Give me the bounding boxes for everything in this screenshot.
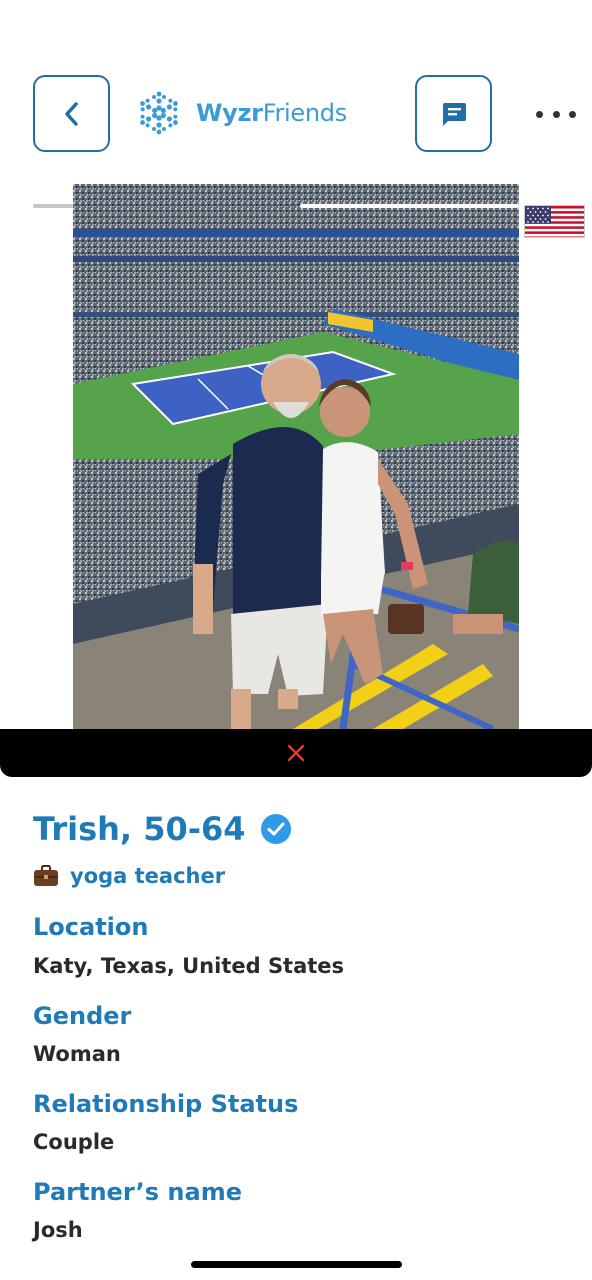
dot bbox=[536, 110, 543, 118]
home-indicator[interactable] bbox=[191, 1261, 402, 1268]
occupation-row: yoga teacher bbox=[33, 864, 225, 888]
photo-action-bar bbox=[0, 729, 592, 777]
dot bbox=[569, 110, 576, 118]
stadium-photo bbox=[73, 184, 519, 729]
close-icon[interactable] bbox=[287, 744, 305, 762]
snowflake-logo-icon bbox=[140, 91, 178, 135]
profile-photo[interactable] bbox=[73, 184, 519, 729]
briefcase-icon bbox=[34, 865, 58, 886]
gender-label: Gender bbox=[33, 1002, 132, 1030]
partner-name-label: Partner’s name bbox=[33, 1178, 242, 1206]
message-button[interactable] bbox=[415, 75, 492, 152]
logo-text: WyzrFriends bbox=[196, 99, 347, 127]
profile-name-age: Trish, 50-64 bbox=[33, 810, 246, 848]
gender-value: Woman bbox=[33, 1042, 121, 1066]
more-options-button[interactable] bbox=[536, 104, 576, 124]
location-value: Katy, Texas, United States bbox=[33, 954, 345, 978]
back-button[interactable] bbox=[33, 75, 110, 152]
app-logo: WyzrFriends bbox=[134, 89, 347, 137]
dot bbox=[552, 110, 560, 118]
logo-word-wyzr: Wyzr bbox=[196, 99, 263, 127]
photo-progress-segment bbox=[33, 204, 73, 208]
relationship-status-label: Relationship Status bbox=[33, 1090, 299, 1118]
chevron-left-icon bbox=[64, 101, 78, 126]
location-label: Location bbox=[33, 913, 149, 941]
verified-check-icon bbox=[260, 814, 291, 844]
relationship-status-value: Couple bbox=[33, 1130, 115, 1154]
partner-name-value: Josh bbox=[33, 1218, 83, 1242]
logo-word-friends: Friends bbox=[262, 99, 348, 127]
occupation-text: yoga teacher bbox=[70, 864, 226, 888]
message-icon bbox=[442, 102, 466, 126]
photo-progress-segment-active bbox=[300, 204, 519, 208]
us-flag-icon bbox=[524, 205, 585, 238]
name-row: Trish, 50-64 bbox=[33, 810, 292, 848]
